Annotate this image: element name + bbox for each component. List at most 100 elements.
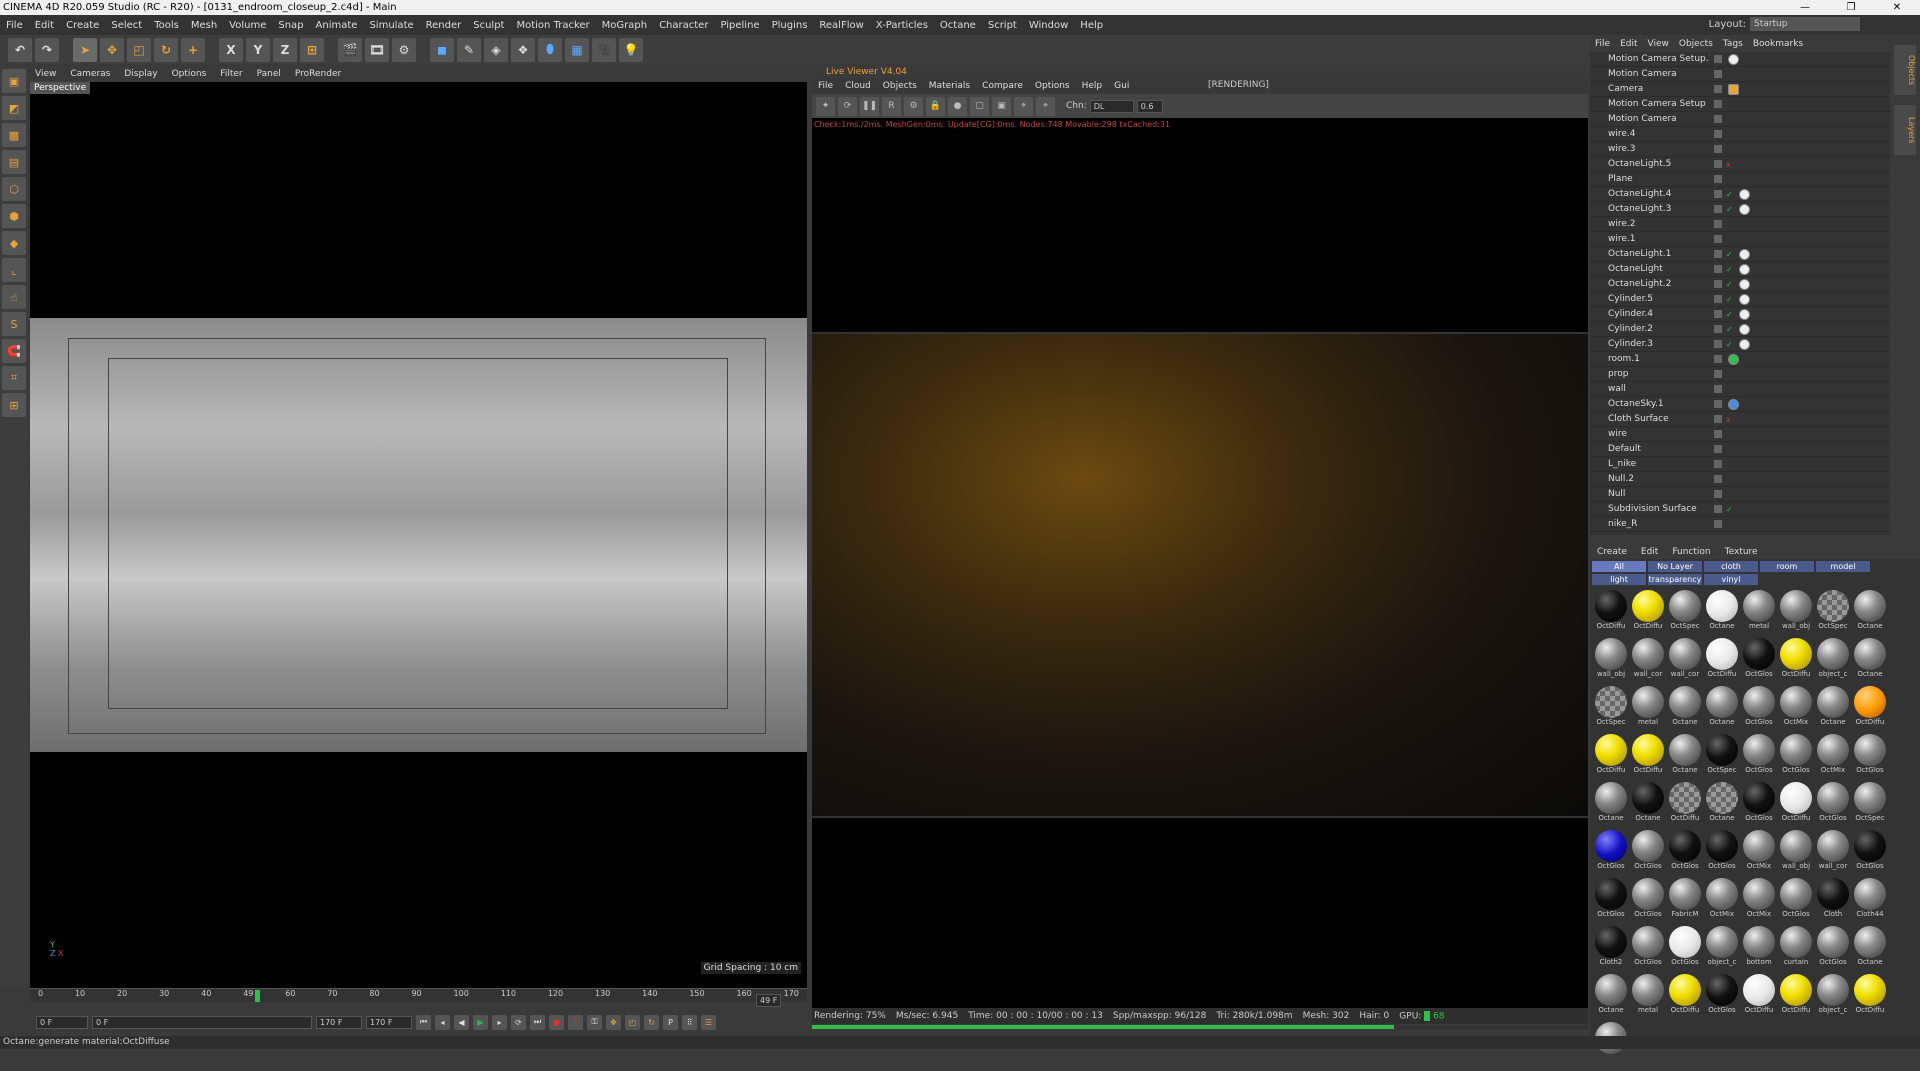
select-cursor-icon[interactable]: ➤ [73, 37, 97, 62]
material-swatch[interactable]: OctDiffu [1704, 638, 1740, 684]
lock-workplane-icon[interactable]: ⌗ [2, 366, 26, 390]
object-name[interactable]: Subdivision Surface [1590, 504, 1710, 514]
material-swatch[interactable]: metal [1630, 974, 1666, 1020]
object-tag-icon[interactable] [1738, 323, 1750, 335]
object-name[interactable]: Motion Camera [1590, 114, 1710, 124]
object-row[interactable]: Cloth Surface x [1590, 412, 1890, 427]
material-swatch[interactable]: OctGlos [1630, 830, 1666, 876]
render-image[interactable] [812, 332, 1588, 818]
material-swatch[interactable]: OctMix [1741, 830, 1777, 876]
coordinate-system-icon[interactable]: ⊞ [300, 37, 324, 62]
visibility-toggle[interactable] [1714, 235, 1722, 243]
menu-help[interactable]: Help [1074, 20, 1109, 31]
live-viewer-menu-materials[interactable]: Materials [923, 81, 976, 91]
live-viewer-menu-cloud[interactable]: Cloud [839, 81, 877, 91]
material-swatch[interactable]: OctDiffu [1667, 782, 1703, 828]
material-swatch[interactable]: OctGlos [1593, 878, 1629, 924]
material-swatch[interactable]: OctGlos [1852, 734, 1888, 780]
visibility-toggle[interactable] [1714, 160, 1722, 168]
material-swatch[interactable]: OctGlos [1630, 926, 1666, 972]
end-frame-field[interactable]: 170 F [316, 1015, 362, 1029]
material-swatch[interactable]: FabricM [1667, 878, 1703, 924]
object-row[interactable]: Null [1590, 487, 1890, 502]
enabled-check-icon[interactable]: ✓ [1726, 265, 1733, 274]
object-name[interactable]: OctaneLight.3 [1590, 204, 1710, 214]
material-swatch[interactable]: OctDiffu [1852, 974, 1888, 1020]
magnet-icon[interactable]: 🧲 [2, 339, 26, 363]
visibility-toggle[interactable] [1714, 250, 1722, 258]
material-swatch[interactable]: wall_cor [1630, 638, 1666, 684]
material-swatch[interactable]: OctGlos [1741, 782, 1777, 828]
object-row[interactable]: Cylinder.2 ✓ [1590, 322, 1890, 337]
material-swatch[interactable]: Octane [1704, 590, 1740, 636]
object-name[interactable]: Null.2 [1590, 474, 1710, 484]
deformer-icon[interactable]: ⬮ [538, 37, 562, 62]
material-swatch[interactable]: object_c [1704, 926, 1740, 972]
object-name[interactable]: OctaneLight.1 [1590, 249, 1710, 259]
visibility-toggle[interactable] [1714, 175, 1722, 183]
object-row[interactable]: Camera [1590, 82, 1890, 97]
key-scale-icon[interactable]: ◰ [625, 1014, 640, 1030]
object-name[interactable]: L_nike [1590, 459, 1710, 469]
menu-window[interactable]: Window [1023, 20, 1074, 31]
enabled-check-icon[interactable]: ✓ [1726, 295, 1733, 304]
object-name[interactable]: OctaneLight.4 [1590, 189, 1710, 199]
visibility-toggle[interactable] [1714, 445, 1722, 453]
material-swatch[interactable]: OctMix [1741, 878, 1777, 924]
material-swatch[interactable]: Cloth [1815, 878, 1851, 924]
object-name[interactable]: wall [1590, 384, 1710, 394]
visibility-toggle[interactable] [1714, 520, 1722, 528]
object-tag-icon[interactable] [1738, 293, 1750, 305]
pen-icon[interactable]: ✎ [457, 37, 481, 62]
object-row[interactable]: Motion Camera [1590, 67, 1890, 82]
enabled-check-icon[interactable]: ✓ [1726, 340, 1733, 349]
visibility-toggle[interactable] [1714, 415, 1722, 423]
live-viewer-menu-help[interactable]: Help [1076, 81, 1109, 91]
key-move-icon[interactable]: ✥ [606, 1014, 621, 1030]
channel-value[interactable]: 0.6 [1136, 99, 1163, 113]
record-icon[interactable]: ● [549, 1014, 564, 1030]
object-menu-bookmarks[interactable]: Bookmarks [1748, 39, 1808, 49]
object-name[interactable]: room.1 [1590, 354, 1710, 364]
object-name[interactable]: Plane [1590, 174, 1710, 184]
live-viewer-menu-file[interactable]: File [812, 81, 839, 91]
material-swatch[interactable]: Octane [1704, 782, 1740, 828]
visibility-toggle[interactable] [1714, 310, 1722, 318]
object-row[interactable]: nike_R [1590, 517, 1890, 532]
material-swatch[interactable]: OctGlos [1704, 974, 1740, 1020]
disabled-icon[interactable]: x [1726, 160, 1731, 169]
object-row[interactable]: Cylinder.5 ✓ [1590, 292, 1890, 307]
menu-x-particles[interactable]: X-Particles [870, 20, 934, 31]
object-name[interactable]: nike_R [1590, 519, 1710, 529]
subdivision-icon[interactable]: ◈ [484, 37, 508, 62]
cube-icon[interactable]: ◼ [430, 37, 454, 62]
key-pla-icon[interactable]: ⠿ [682, 1014, 697, 1030]
current-frame-field[interactable]: 0 F [92, 1015, 312, 1029]
enabled-check-icon[interactable]: ✓ [1726, 205, 1733, 214]
object-name[interactable]: OctaneSky.1 [1590, 399, 1710, 409]
object-menu-objects[interactable]: Objects [1674, 39, 1718, 49]
object-row[interactable]: Cylinder.3 ✓ [1590, 337, 1890, 352]
object-name[interactable]: wire.1 [1590, 234, 1710, 244]
material-swatch[interactable]: wall_obj [1778, 830, 1814, 876]
object-name[interactable]: OctaneLight.5 [1590, 159, 1710, 169]
object-tag-icon[interactable] [1738, 263, 1750, 275]
material-swatch[interactable]: OctDiffu [1630, 734, 1666, 780]
object-name[interactable]: Motion Camera Setup.1 [1590, 54, 1710, 64]
material-swatch[interactable]: OctSpec [1852, 782, 1888, 828]
play-icon[interactable]: ▶ [473, 1014, 488, 1030]
region-render-icon[interactable]: R [882, 96, 901, 116]
visibility-toggle[interactable] [1714, 55, 1722, 63]
rotate-icon[interactable]: ↻ [154, 37, 178, 62]
material-tab-all[interactable]: All [1592, 561, 1646, 572]
object-name[interactable]: OctaneLight [1590, 264, 1710, 274]
object-name[interactable]: Null [1590, 489, 1710, 499]
material-tab-model[interactable]: model [1816, 561, 1870, 572]
layout-dropdown[interactable]: Startup [1750, 17, 1860, 31]
edges-mode-icon[interactable]: ⬢ [2, 204, 26, 228]
render-settings-icon[interactable]: ⚙ [392, 37, 416, 62]
visibility-toggle[interactable] [1714, 85, 1722, 93]
object-tag-icon[interactable] [1738, 248, 1750, 260]
material-swatch[interactable]: OctDiffu [1593, 734, 1629, 780]
material-swatch[interactable]: OctGlos [1778, 878, 1814, 924]
